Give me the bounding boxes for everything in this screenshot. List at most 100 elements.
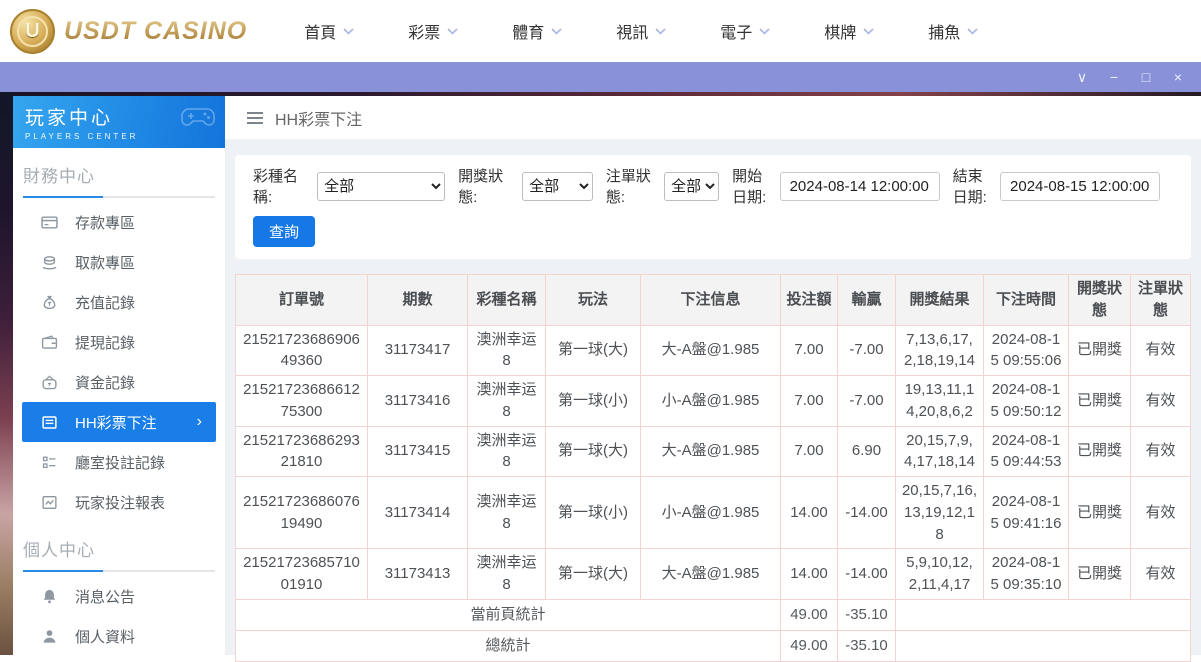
- sidebar-item-label: 提現記錄: [75, 332, 135, 353]
- table-cell: 2024-08-15 09:44:53: [984, 426, 1069, 477]
- table-body: 215217236869064936031173417澳洲幸运8第一球(大)大-…: [236, 325, 1191, 599]
- sidebar-item[interactable]: 廳室投註記錄: [13, 442, 225, 482]
- section-underline: [23, 196, 215, 198]
- table-cell: 大-A盤@1.985: [641, 426, 781, 477]
- table-row: 215217236857100191031173413澳洲幸运8第一球(大)大-…: [236, 549, 1191, 600]
- nav-item[interactable]: 視訊: [589, 19, 693, 43]
- table-cell: 19,13,11,14,20,8,6,2: [896, 376, 984, 427]
- sidebar-item[interactable]: 個人資料: [13, 616, 225, 656]
- sidebar-item[interactable]: 存款專區: [13, 202, 225, 242]
- table-cell: -14.00: [838, 549, 896, 600]
- sidebar-item[interactable]: 資金記錄: [13, 362, 225, 402]
- close-button[interactable]: ×: [1169, 67, 1187, 87]
- table-cell: 有效: [1131, 477, 1191, 549]
- nav-item-label: 體育: [512, 19, 544, 43]
- summary-empty: [896, 599, 1191, 630]
- table-cell: 5,9,10,12,2,11,4,17: [896, 549, 984, 600]
- nav-item[interactable]: 體育: [485, 19, 589, 43]
- nav-item[interactable]: 電子: [693, 19, 797, 43]
- summary-win-loss: -35.10: [838, 599, 896, 630]
- main-content: 彩種名稱: 全部 開獎狀態: 全部 注單狀態: 全部: [225, 140, 1201, 662]
- nav-item[interactable]: 首頁: [277, 19, 381, 43]
- table-cell: 20,15,7,16,13,19,12,18: [896, 477, 984, 549]
- sidebar-item[interactable]: 取款專區: [13, 242, 225, 282]
- sidebar-item[interactable]: HH彩票下注›: [22, 402, 216, 442]
- report-icon: [41, 494, 58, 511]
- table-cell: 7,13,6,17,2,18,19,14: [896, 325, 984, 376]
- column-header: 注單狀態: [1131, 275, 1191, 326]
- summary-empty: [896, 630, 1191, 661]
- nav-item[interactable]: 彩票: [381, 19, 485, 43]
- minimize-button[interactable]: −: [1105, 67, 1123, 87]
- nav-item[interactable]: 棋牌: [797, 19, 901, 43]
- table-cell: 澳洲幸运8: [468, 376, 546, 427]
- maximize-button[interactable]: □: [1137, 67, 1155, 87]
- lottery-name-select[interactable]: 全部: [317, 172, 445, 201]
- table-header-row: 訂單號期數彩種名稱玩法下注信息投注額輸贏開獎結果下注時間開獎狀態注單狀態: [236, 275, 1191, 326]
- order-status-select[interactable]: 全部: [664, 172, 719, 201]
- background-image-strip-left: [0, 92, 13, 655]
- table-header: 訂單號期數彩種名稱玩法下注信息投注額輸贏開獎結果下注時間開獎狀態注單狀態: [236, 275, 1191, 326]
- column-header: 彩種名稱: [468, 275, 546, 326]
- table-cell: 6.90: [838, 426, 896, 477]
- site-logo[interactable]: U USDT CASINO: [10, 9, 247, 54]
- table-row: 215217236860761949031173414澳洲幸运8第一球(小)小-…: [236, 477, 1191, 549]
- column-header: 輸贏: [838, 275, 896, 326]
- chevron-down-icon: [551, 22, 562, 40]
- sidebar-item[interactable]: 提現記錄: [13, 322, 225, 362]
- table-cell: 7.00: [781, 376, 838, 427]
- table-row: 215217236866127530031173416澳洲幸运8第一球(小)小-…: [236, 376, 1191, 427]
- nav-item-label: 棋牌: [824, 19, 856, 43]
- draw-status-select[interactable]: 全部: [522, 172, 593, 201]
- start-date-input[interactable]: [780, 172, 940, 201]
- table-cell: 31173417: [368, 325, 468, 376]
- nav-item-label: 電子: [720, 19, 752, 43]
- start-date-label: 開始日期:: [732, 165, 772, 207]
- table-cell: 澳洲幸运8: [468, 426, 546, 477]
- table-cell: 2152172368661275300: [236, 376, 368, 427]
- draw-status-label: 開獎狀態:: [458, 165, 515, 207]
- lottery-name-label: 彩種名稱:: [253, 165, 310, 207]
- table-cell: 已開獎: [1069, 376, 1131, 427]
- summary-bet-total: 49.00: [781, 630, 838, 661]
- column-header: 投注額: [781, 275, 838, 326]
- table-cell: 第一球(大): [546, 426, 641, 477]
- column-header: 玩法: [546, 275, 641, 326]
- end-date-input[interactable]: [1000, 172, 1160, 201]
- sidebar-item-label: 資金記錄: [75, 372, 135, 393]
- table-row: 215217236862932181031173415澳洲幸运8第一球(大)大-…: [236, 426, 1191, 477]
- table-cell: 有效: [1131, 426, 1191, 477]
- summary-win-loss: -35.10: [838, 630, 896, 661]
- table-cell: 31173414: [368, 477, 468, 549]
- menu-toggle-icon[interactable]: [246, 111, 264, 125]
- table-cell: 31173416: [368, 376, 468, 427]
- sidebar-item-label: 個人資料: [75, 626, 135, 647]
- purse-icon: [41, 374, 58, 391]
- table-cell: -7.00: [838, 376, 896, 427]
- column-header: 下注時間: [984, 275, 1069, 326]
- column-header: 訂單號: [236, 275, 368, 326]
- sidebar-item[interactable]: 玩家投注報表: [13, 482, 225, 522]
- table-cell: 2024-08-15 09:50:12: [984, 376, 1069, 427]
- dropdown-button[interactable]: ∨: [1073, 67, 1091, 87]
- chevron-right-icon: ›: [197, 414, 202, 430]
- table-cell: 澳洲幸运8: [468, 549, 546, 600]
- nav-item-label: 首頁: [304, 19, 336, 43]
- table-cell: -7.00: [838, 325, 896, 376]
- table-cell: 已開獎: [1069, 477, 1131, 549]
- sidebar-item[interactable]: 充值記錄: [13, 282, 225, 322]
- section-label: 個人中心: [23, 536, 215, 561]
- search-button[interactable]: 查詢: [253, 216, 315, 247]
- table-cell: 第一球(小): [546, 477, 641, 549]
- sidebar-item-label: 充值記錄: [75, 292, 135, 313]
- table-cell: 7.00: [781, 426, 838, 477]
- sidebar-item-label: 玩家投注報表: [75, 492, 165, 513]
- bell-icon: [41, 588, 58, 605]
- sidebar-item[interactable]: 消息公告: [13, 576, 225, 616]
- wallet-icon: [41, 334, 58, 351]
- moneybag-icon: [41, 294, 58, 311]
- table-cell: 31173415: [368, 426, 468, 477]
- bets-table-wrap: 訂單號期數彩種名稱玩法下注信息投注額輸贏開獎結果下注時間開獎狀態注單狀態 215…: [235, 274, 1191, 662]
- top-navbar: U USDT CASINO 首頁 彩票 體育 視訊 電子 棋牌 捕魚: [0, 0, 1201, 62]
- nav-item[interactable]: 捕魚: [901, 19, 1005, 43]
